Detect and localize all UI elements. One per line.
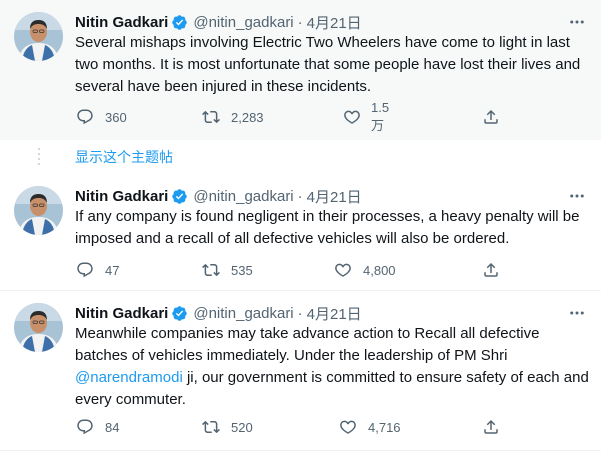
retweet-count: 535 — [231, 262, 253, 278]
tweet-text: Meanwhile companies may take advance act… — [75, 323, 590, 411]
retweet-button[interactable]: 520 — [201, 416, 253, 438]
author-name[interactable]: Nitin Gadkari — [75, 14, 168, 31]
like-button[interactable]: 1.5万 — [343, 100, 391, 133]
share-icon — [481, 417, 501, 437]
like-icon — [333, 260, 353, 280]
like-button[interactable]: 4,800 — [333, 259, 396, 281]
more-icon[interactable] — [565, 186, 589, 206]
reply-icon — [75, 260, 95, 280]
reply-count: 360 — [105, 109, 127, 125]
retweet-button[interactable]: 535 — [201, 259, 253, 281]
separator: · — [297, 304, 303, 322]
share-icon — [481, 107, 501, 127]
reply-count: 84 — [105, 419, 120, 435]
retweet-button[interactable]: 2,283 — [201, 106, 264, 128]
tweet-3[interactable]: Nitin Gadkari @nitin_gadkari · 4月21日 Mea… — [0, 292, 601, 451]
tweet-text: If any company is found negligent in the… — [75, 208, 580, 247]
retweet-icon — [201, 260, 221, 280]
share-icon — [481, 260, 501, 280]
tweet-text-before: Meanwhile companies may take advance act… — [75, 325, 540, 364]
verified-badge-icon — [171, 14, 188, 31]
more-icon[interactable] — [565, 12, 589, 32]
more-icon[interactable] — [565, 303, 589, 323]
retweet-count: 520 — [231, 419, 253, 435]
like-button[interactable]: 4,716 — [338, 416, 401, 438]
tweet-1[interactable]: Nitin Gadkari @nitin_gadkari · 4月21日 Sev… — [0, 0, 601, 140]
retweet-count: 2,283 — [231, 109, 264, 125]
separator: · — [297, 187, 303, 205]
tweet-date[interactable]: 4月21日 — [307, 186, 362, 207]
tweet-date[interactable]: 4月21日 — [307, 303, 362, 324]
reply-icon — [75, 107, 95, 127]
verified-badge-icon — [171, 188, 188, 205]
thread-connector — [38, 148, 40, 168]
avatar[interactable] — [14, 186, 63, 235]
author-handle[interactable]: @nitin_gadkari — [193, 14, 293, 31]
share-button[interactable] — [481, 259, 501, 281]
author-handle[interactable]: @nitin_gadkari — [193, 305, 293, 322]
like-icon — [343, 107, 361, 127]
tweet-date[interactable]: 4月21日 — [307, 12, 362, 33]
like-count: 4,716 — [368, 419, 401, 435]
author-name[interactable]: Nitin Gadkari — [75, 188, 168, 205]
tweet-header: Nitin Gadkari @nitin_gadkari · 4月21日 — [75, 303, 589, 323]
tweet-header: Nitin Gadkari @nitin_gadkari · 4月21日 — [75, 186, 589, 206]
avatar[interactable] — [14, 12, 63, 61]
avatar[interactable] — [14, 303, 63, 352]
separator: · — [297, 13, 303, 31]
author-handle[interactable]: @nitin_gadkari — [193, 188, 293, 205]
like-icon — [338, 417, 358, 437]
reply-count: 47 — [105, 262, 120, 278]
share-button[interactable] — [481, 106, 501, 128]
mention-link[interactable]: @narendramodi — [75, 369, 183, 386]
retweet-icon — [201, 107, 221, 127]
tweet-header: Nitin Gadkari @nitin_gadkari · 4月21日 — [75, 12, 589, 32]
thread-feed: Nitin Gadkari @nitin_gadkari · 4月21日 Sev… — [0, 0, 601, 451]
verified-badge-icon — [171, 305, 188, 322]
reply-button[interactable]: 360 — [75, 106, 127, 128]
reply-button[interactable]: 47 — [75, 259, 119, 281]
reply-button[interactable]: 84 — [75, 416, 119, 438]
retweet-icon — [201, 417, 221, 437]
tweet-text: Several mishaps involving Electric Two W… — [75, 34, 581, 95]
show-thread-link[interactable]: 显示这个主题帖 — [75, 147, 173, 167]
share-button[interactable] — [481, 416, 501, 438]
tweet-2[interactable]: Nitin Gadkari @nitin_gadkari · 4月21日 If … — [0, 174, 601, 291]
author-name[interactable]: Nitin Gadkari — [75, 305, 168, 322]
reply-icon — [75, 417, 95, 437]
like-count: 1.5万 — [371, 100, 390, 133]
like-count: 4,800 — [363, 262, 396, 278]
